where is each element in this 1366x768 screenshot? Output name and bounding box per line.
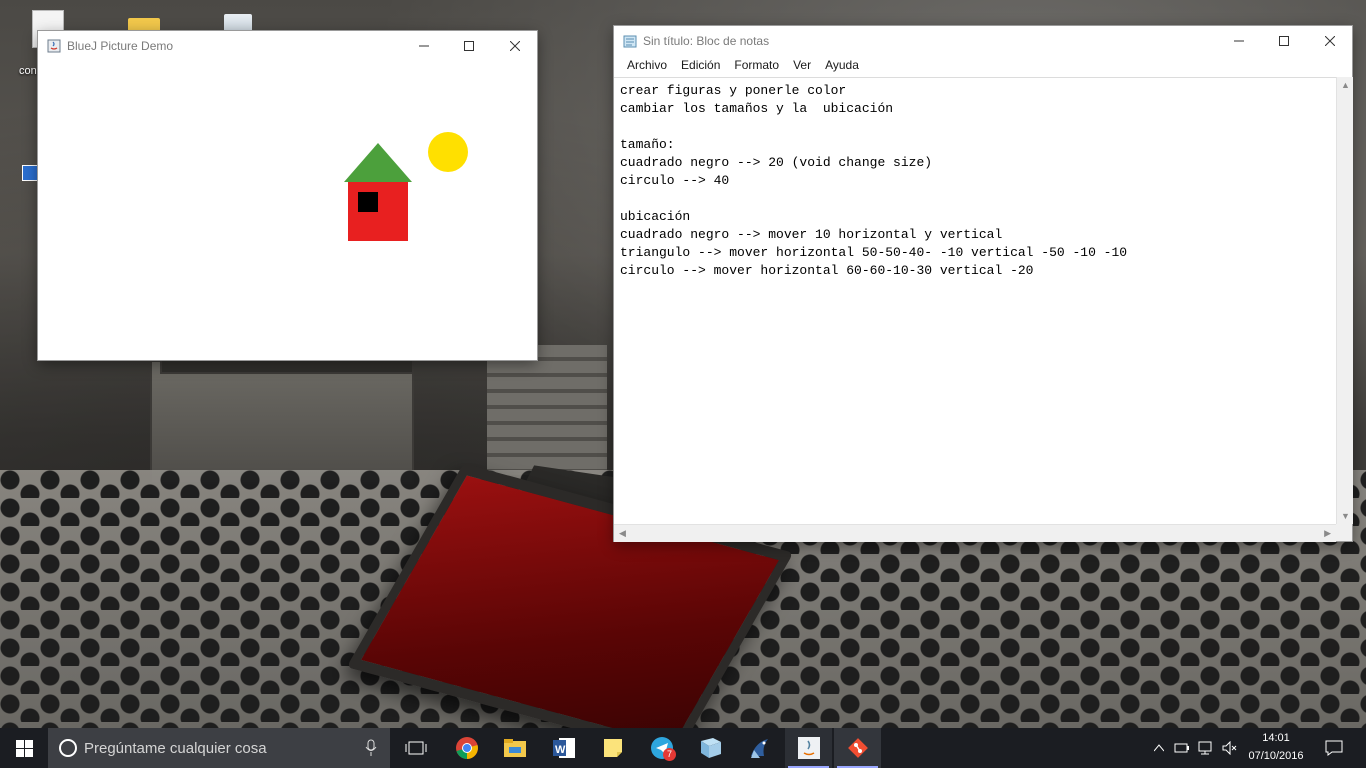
bluej-titlebar[interactable]: BlueJ Picture Demo (38, 31, 537, 61)
maximize-button[interactable] (446, 31, 491, 61)
close-icon (509, 41, 520, 51)
notepad-window: Sin título: Bloc de notas Archivo Edició… (614, 26, 1353, 542)
battery-icon (1174, 743, 1189, 753)
menu-ver[interactable]: Ver (786, 54, 818, 76)
task-view-button[interactable] (394, 728, 438, 768)
chrome-icon (455, 737, 478, 759)
task-view-icon (405, 741, 427, 755)
taskbar: Pregúntame cualquier cosa W 7 14:01 07/1… (0, 728, 1366, 768)
menu-ayuda[interactable]: Ayuda (818, 54, 866, 76)
tray-volume[interactable] (1219, 728, 1241, 768)
chevron-up-icon (1154, 744, 1164, 752)
taskbar-app-file-explorer[interactable] (491, 728, 538, 768)
menu-edicion[interactable]: Edición (674, 54, 727, 76)
minimize-icon (418, 45, 429, 47)
taskbar-app-telegram[interactable]: 7 (638, 728, 685, 768)
size-grip[interactable] (1336, 524, 1352, 541)
minimize-icon (1233, 40, 1244, 42)
menu-formato[interactable]: Formato (727, 54, 786, 76)
notepad-icon (623, 35, 637, 48)
file-explorer-icon (503, 739, 526, 757)
scroll-up-icon[interactable]: ▲ (1341, 80, 1350, 90)
window-title: BlueJ Picture Demo (67, 39, 174, 53)
notepad-titlebar[interactable]: Sin título: Bloc de notas (614, 26, 1352, 56)
git-icon (847, 738, 868, 758)
maximize-icon (463, 41, 474, 51)
java-icon (797, 737, 820, 759)
bluej-book-icon (700, 738, 721, 758)
bluej-bird-icon (750, 739, 768, 758)
sun (428, 132, 468, 172)
volume-muted-icon (1222, 741, 1237, 755)
close-button[interactable] (492, 31, 537, 61)
tray-clock[interactable]: 14:01 07/10/2016 (1243, 728, 1309, 768)
text-editor[interactable]: crear figuras y ponerle color cambiar lo… (614, 77, 1336, 525)
vertical-scrollbar[interactable]: ▲ ▼ (1336, 77, 1353, 524)
start-button[interactable] (0, 728, 48, 768)
taskbar-app-bluej-book[interactable] (687, 728, 734, 768)
taskbar-app-word[interactable]: W (540, 728, 587, 768)
scroll-right-icon[interactable]: ▶ (1324, 528, 1331, 539)
windows-logo-icon (15, 739, 33, 757)
clock-time: 14:01 (1262, 732, 1290, 744)
desktop-shortcut-icon[interactable] (22, 165, 38, 181)
telegram-badge: 7 (663, 748, 676, 761)
wallpaper-stairs (487, 345, 607, 475)
tray-power[interactable] (1171, 728, 1193, 768)
minimize-button[interactable] (401, 31, 446, 61)
show-hidden-icons-button[interactable] (1149, 728, 1169, 768)
window-title: Sin título: Bloc de notas (643, 34, 770, 48)
java-icon (47, 39, 61, 53)
menu-bar: Archivo Edición Formato Ver Ayuda (614, 54, 1352, 76)
scroll-left-icon[interactable]: ◀ (619, 528, 626, 539)
editor-content[interactable]: crear figuras y ponerle color cambiar lo… (614, 78, 1336, 284)
close-button[interactable] (1307, 26, 1352, 56)
taskbar-app-bluej[interactable] (736, 728, 783, 768)
taskbar-app-git[interactable] (834, 728, 881, 768)
microphone-icon[interactable] (365, 739, 377, 757)
tray-network[interactable] (1195, 728, 1217, 768)
action-center-button[interactable] (1314, 728, 1354, 768)
taskbar-app-sticky-notes[interactable] (589, 728, 636, 768)
network-icon (1198, 741, 1212, 755)
maximize-button[interactable] (1261, 26, 1306, 56)
close-icon (1324, 36, 1335, 46)
sticky-notes-icon (603, 739, 622, 757)
word-icon: W (552, 738, 575, 758)
horizontal-scrollbar[interactable]: ◀ ▶ (614, 524, 1336, 542)
house-window (358, 192, 378, 212)
search-box[interactable]: Pregúntame cualquier cosa (48, 728, 390, 768)
menu-archivo[interactable]: Archivo (620, 54, 674, 76)
picture-canvas (38, 61, 537, 360)
wallpaper-panel (150, 360, 414, 484)
taskbar-app-java[interactable] (785, 728, 832, 768)
notification-icon (1325, 740, 1343, 756)
taskbar-app-chrome[interactable] (443, 728, 490, 768)
bluej-picture-window: BlueJ Picture Demo (38, 31, 537, 360)
desktop-icon-label: con (19, 65, 37, 77)
search-placeholder: Pregúntame cualquier cosa (84, 740, 267, 757)
maximize-icon (1278, 36, 1289, 46)
scroll-down-icon[interactable]: ▼ (1341, 511, 1350, 521)
clock-date: 07/10/2016 (1248, 750, 1304, 762)
house-roof (344, 143, 412, 182)
cortana-icon (59, 739, 77, 757)
svg-text:W: W (555, 744, 566, 756)
picture-drawing (344, 132, 468, 241)
minimize-button[interactable] (1216, 26, 1261, 56)
